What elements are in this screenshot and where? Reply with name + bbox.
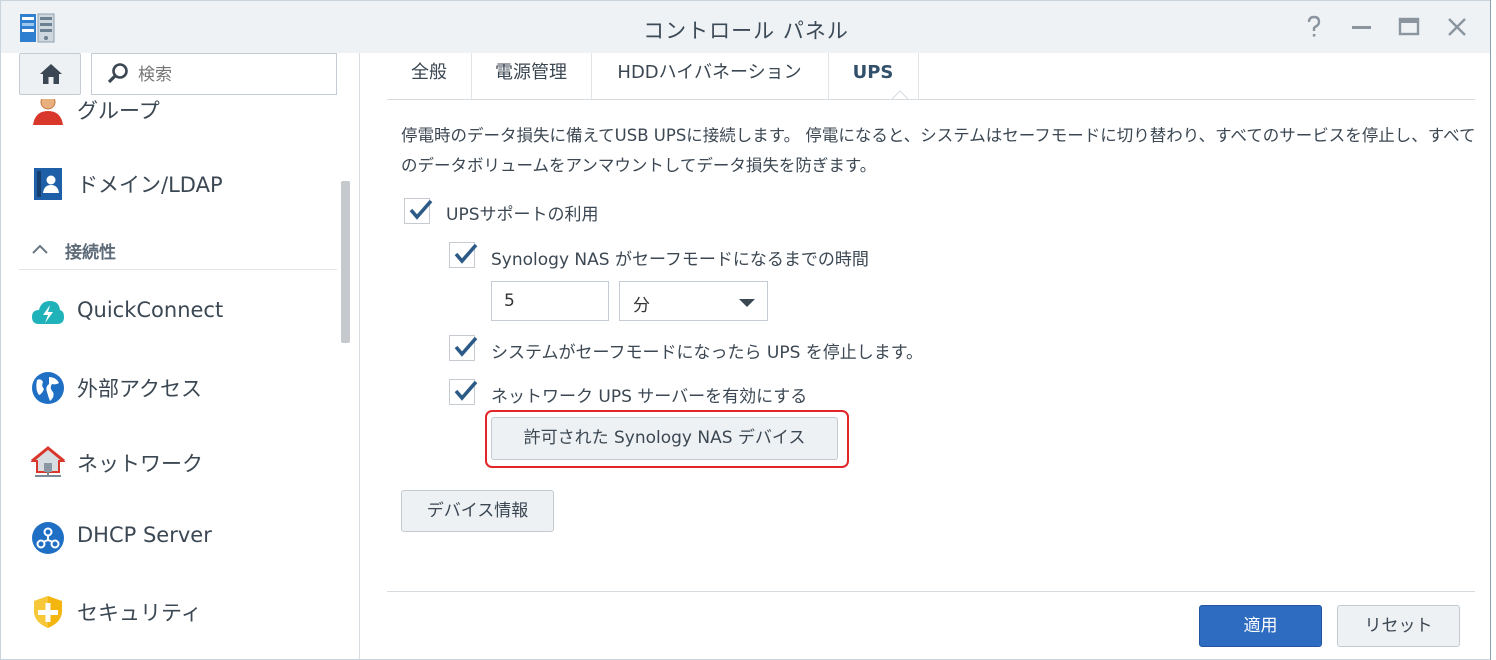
safe-mode-time-input[interactable] (491, 281, 609, 321)
title-bar: コントロール パネル (1, 1, 1491, 53)
chevron-up-icon (31, 241, 49, 260)
ups-enable-label: UPSサポートの利用 (446, 205, 599, 225)
domain-ldap-icon (31, 167, 65, 201)
dhcp-icon (31, 521, 65, 555)
safe-mode-time-checkbox[interactable] (449, 242, 478, 268)
sidebar: グループ ドメイン/LDAP 接続性 QuickConnect 外部アクセス ネ… (1, 53, 360, 659)
sidebar-section-connectivity[interactable]: 接続性 (19, 229, 337, 270)
shield-icon (31, 595, 65, 629)
tab-power[interactable]: 電源管理 (471, 53, 592, 99)
footer-divider (387, 591, 1475, 592)
network-ups-server-label: ネットワーク UPS サーバーを有効にする (491, 387, 808, 407)
checkmark-icon (409, 199, 433, 220)
dropdown-arrow-icon (739, 299, 755, 307)
home-icon (40, 64, 62, 84)
maximize-icon[interactable] (1396, 14, 1422, 40)
search-icon (106, 62, 130, 86)
stop-ups-label: システムがセーフモードになったら UPS を停止します。 (491, 343, 924, 363)
permitted-devices-button[interactable]: 許可された Synology NAS デバイス (491, 417, 838, 460)
reset-button[interactable]: リセット (1337, 605, 1460, 647)
sidebar-item-quickconnect[interactable]: QuickConnect (1, 282, 341, 342)
tab-bar: 全般 電源管理 HDDハイバネーション UPS (387, 53, 1475, 100)
sidebar-item-security[interactable]: セキュリティ (1, 581, 341, 641)
tab-hdd-hibernation[interactable]: HDDハイバネーション (591, 53, 829, 99)
minimize-icon[interactable] (1349, 14, 1375, 40)
close-icon[interactable] (1444, 14, 1470, 40)
ups-enable-checkbox[interactable] (404, 198, 433, 224)
sidebar-item-network[interactable]: ネットワーク (1, 432, 341, 492)
apply-button[interactable]: 適用 (1199, 605, 1322, 647)
background-window-edge (1490, 0, 1496, 660)
globe-icon (31, 371, 65, 405)
tab-general[interactable]: 全般 (387, 53, 472, 99)
sidebar-item-external-access[interactable]: 外部アクセス (1, 357, 341, 417)
sidebar-item-label: グループ (77, 99, 160, 123)
sidebar-item-domain-ldap[interactable]: ドメイン/LDAP (1, 153, 341, 213)
home-button[interactable] (19, 53, 81, 95)
time-unit-select[interactable]: 分 (619, 281, 768, 321)
search-input[interactable] (136, 61, 330, 89)
search-box[interactable] (91, 53, 337, 95)
safe-mode-time-label: Synology NAS がセーフモードになるまでの時間 (491, 250, 869, 270)
sidebar-scrollbar[interactable] (341, 181, 350, 343)
network-house-icon (30, 446, 66, 480)
device-info-button[interactable]: デバイス情報 (401, 490, 554, 532)
sidebar-item-label: セキュリティ (77, 601, 202, 625)
sidebar-item-label: 外部アクセス (77, 377, 202, 401)
window-title: コントロール パネル (643, 19, 849, 43)
checkmark-icon (454, 380, 478, 401)
ups-description: 停電時のデータ損失に備えてUSB UPSに接続します。 停電になると、システムは… (401, 126, 1476, 175)
section-label: 接続性 (65, 243, 116, 263)
sidebar-item-label: DHCP Server (77, 523, 212, 547)
sidebar-item-label: ドメイン/LDAP (77, 173, 223, 197)
quickconnect-icon (31, 296, 65, 330)
active-tab-indicator (892, 90, 908, 99)
checkmark-icon (454, 243, 478, 264)
sidebar-item-label: ネットワーク (77, 452, 203, 476)
network-ups-server-checkbox[interactable] (449, 379, 478, 405)
checkmark-icon (454, 336, 478, 357)
control-panel-window: コントロール パネル グループ ドメイン/LDAP 接続性 QuickConne… (0, 0, 1491, 660)
main-panel: 全般 電源管理 HDDハイバネーション UPS 停電時のデータ損失に備えてUSB… (360, 53, 1491, 659)
stop-ups-checkbox[interactable] (449, 335, 478, 361)
sidebar-item-label: QuickConnect (77, 298, 224, 322)
sidebar-item-dhcp-server[interactable]: DHCP Server (1, 507, 341, 567)
help-icon[interactable] (1301, 14, 1327, 40)
time-unit-value: 分 (633, 296, 650, 316)
